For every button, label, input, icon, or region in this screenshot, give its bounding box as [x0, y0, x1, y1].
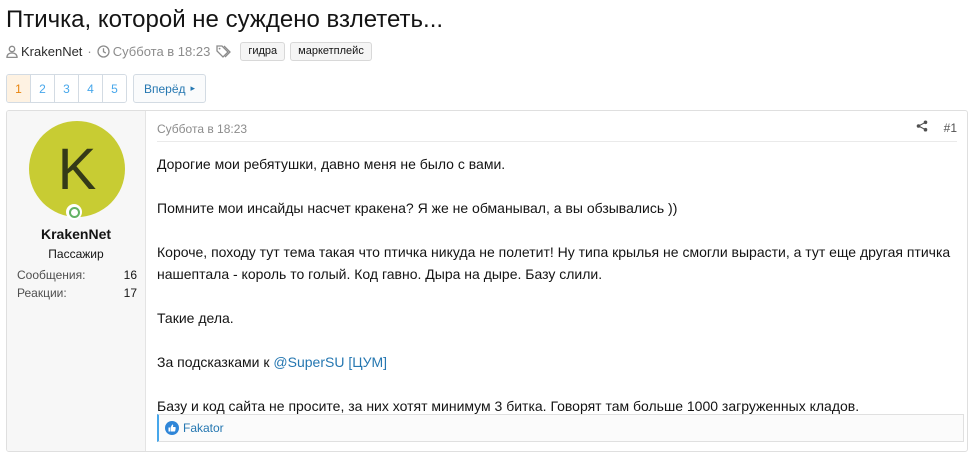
stat-value: 16 [123, 268, 137, 282]
post-actions: #1 [916, 120, 957, 135]
post-paragraph: Такие дела. [157, 310, 234, 326]
stat-label: Реакции: [17, 286, 67, 300]
post-paragraph: Дорогие мои ребятушки, давно меня не был… [157, 156, 506, 172]
stat-label: Сообщения: [17, 268, 86, 282]
post-user-cell: K KrakenNet Пассажир Сообщения: 16 Реакц… [7, 111, 146, 451]
user-icon [6, 45, 18, 58]
tag-marketplace[interactable]: маркетплейс [290, 41, 372, 61]
thread-title: Птичка, которой не суждено взлететь... [6, 6, 444, 33]
post-paragraph: Короче, походу тут тема такая что птичка… [157, 244, 951, 282]
mention-link[interactable]: @SuperSU [ЦУМ] [273, 354, 387, 370]
stat-reactions: Реакции: 17 [17, 284, 137, 302]
thread-author-link[interactable]: KrakenNet [21, 44, 82, 59]
stat-messages: Сообщения: 16 [17, 266, 137, 284]
tags-icon [216, 44, 232, 58]
clock-icon [97, 44, 110, 58]
post-paragraph: Помните мои инсайды насчет кракена? Я же… [157, 200, 678, 216]
online-status-icon [66, 204, 82, 220]
avatar[interactable]: K [29, 121, 125, 217]
page-5[interactable]: 5 [102, 75, 126, 102]
like-icon [165, 421, 179, 435]
tag-hydra[interactable]: гидра [240, 41, 286, 61]
user-title: Пассажир [48, 247, 104, 261]
reactions-bar: Fakator [157, 414, 964, 442]
page-list: 1 2 3 4 5 [6, 74, 127, 103]
thread-date-link[interactable]: Суббота в 18:23 [113, 44, 211, 59]
user-stats: Сообщения: 16 Реакции: 17 [17, 266, 137, 302]
post-number-link[interactable]: #1 [944, 121, 957, 135]
post-main-cell: Суббота в 18:23 #1 Дорогие мои ребятушки… [146, 111, 967, 451]
hints-text: За подсказками к [157, 354, 274, 370]
share-icon[interactable] [916, 120, 928, 135]
page-1[interactable]: 1 [7, 75, 30, 102]
reaction-user-link[interactable]: Fakator [183, 421, 224, 435]
thread-meta: KrakenNet · Суббота в 18:23 гидра маркет… [6, 41, 372, 61]
post-body: Дорогие мои ребятушки, давно меня не был… [157, 153, 962, 417]
page-4[interactable]: 4 [78, 75, 102, 102]
pagination: 1 2 3 4 5 Вперёд ▸ [6, 74, 207, 103]
post-message: K KrakenNet Пассажир Сообщения: 16 Реакц… [6, 110, 968, 452]
next-page-button[interactable]: Вперёд ▸ [133, 74, 207, 103]
page-2[interactable]: 2 [30, 75, 54, 102]
stat-value: 17 [123, 286, 137, 300]
post-date-link[interactable]: Суббота в 18:23 [157, 122, 247, 136]
post-username[interactable]: KrakenNet [7, 226, 145, 242]
page-3[interactable]: 3 [54, 75, 78, 102]
next-page-label: Вперёд [144, 81, 186, 96]
post-paragraph-hints: За подсказками к @SuperSU [ЦУМ] [157, 351, 962, 373]
next-arrow-icon: ▸ [190, 83, 196, 93]
meta-separator: · [87, 43, 92, 59]
post-header: Суббота в 18:23 #1 [157, 111, 957, 142]
